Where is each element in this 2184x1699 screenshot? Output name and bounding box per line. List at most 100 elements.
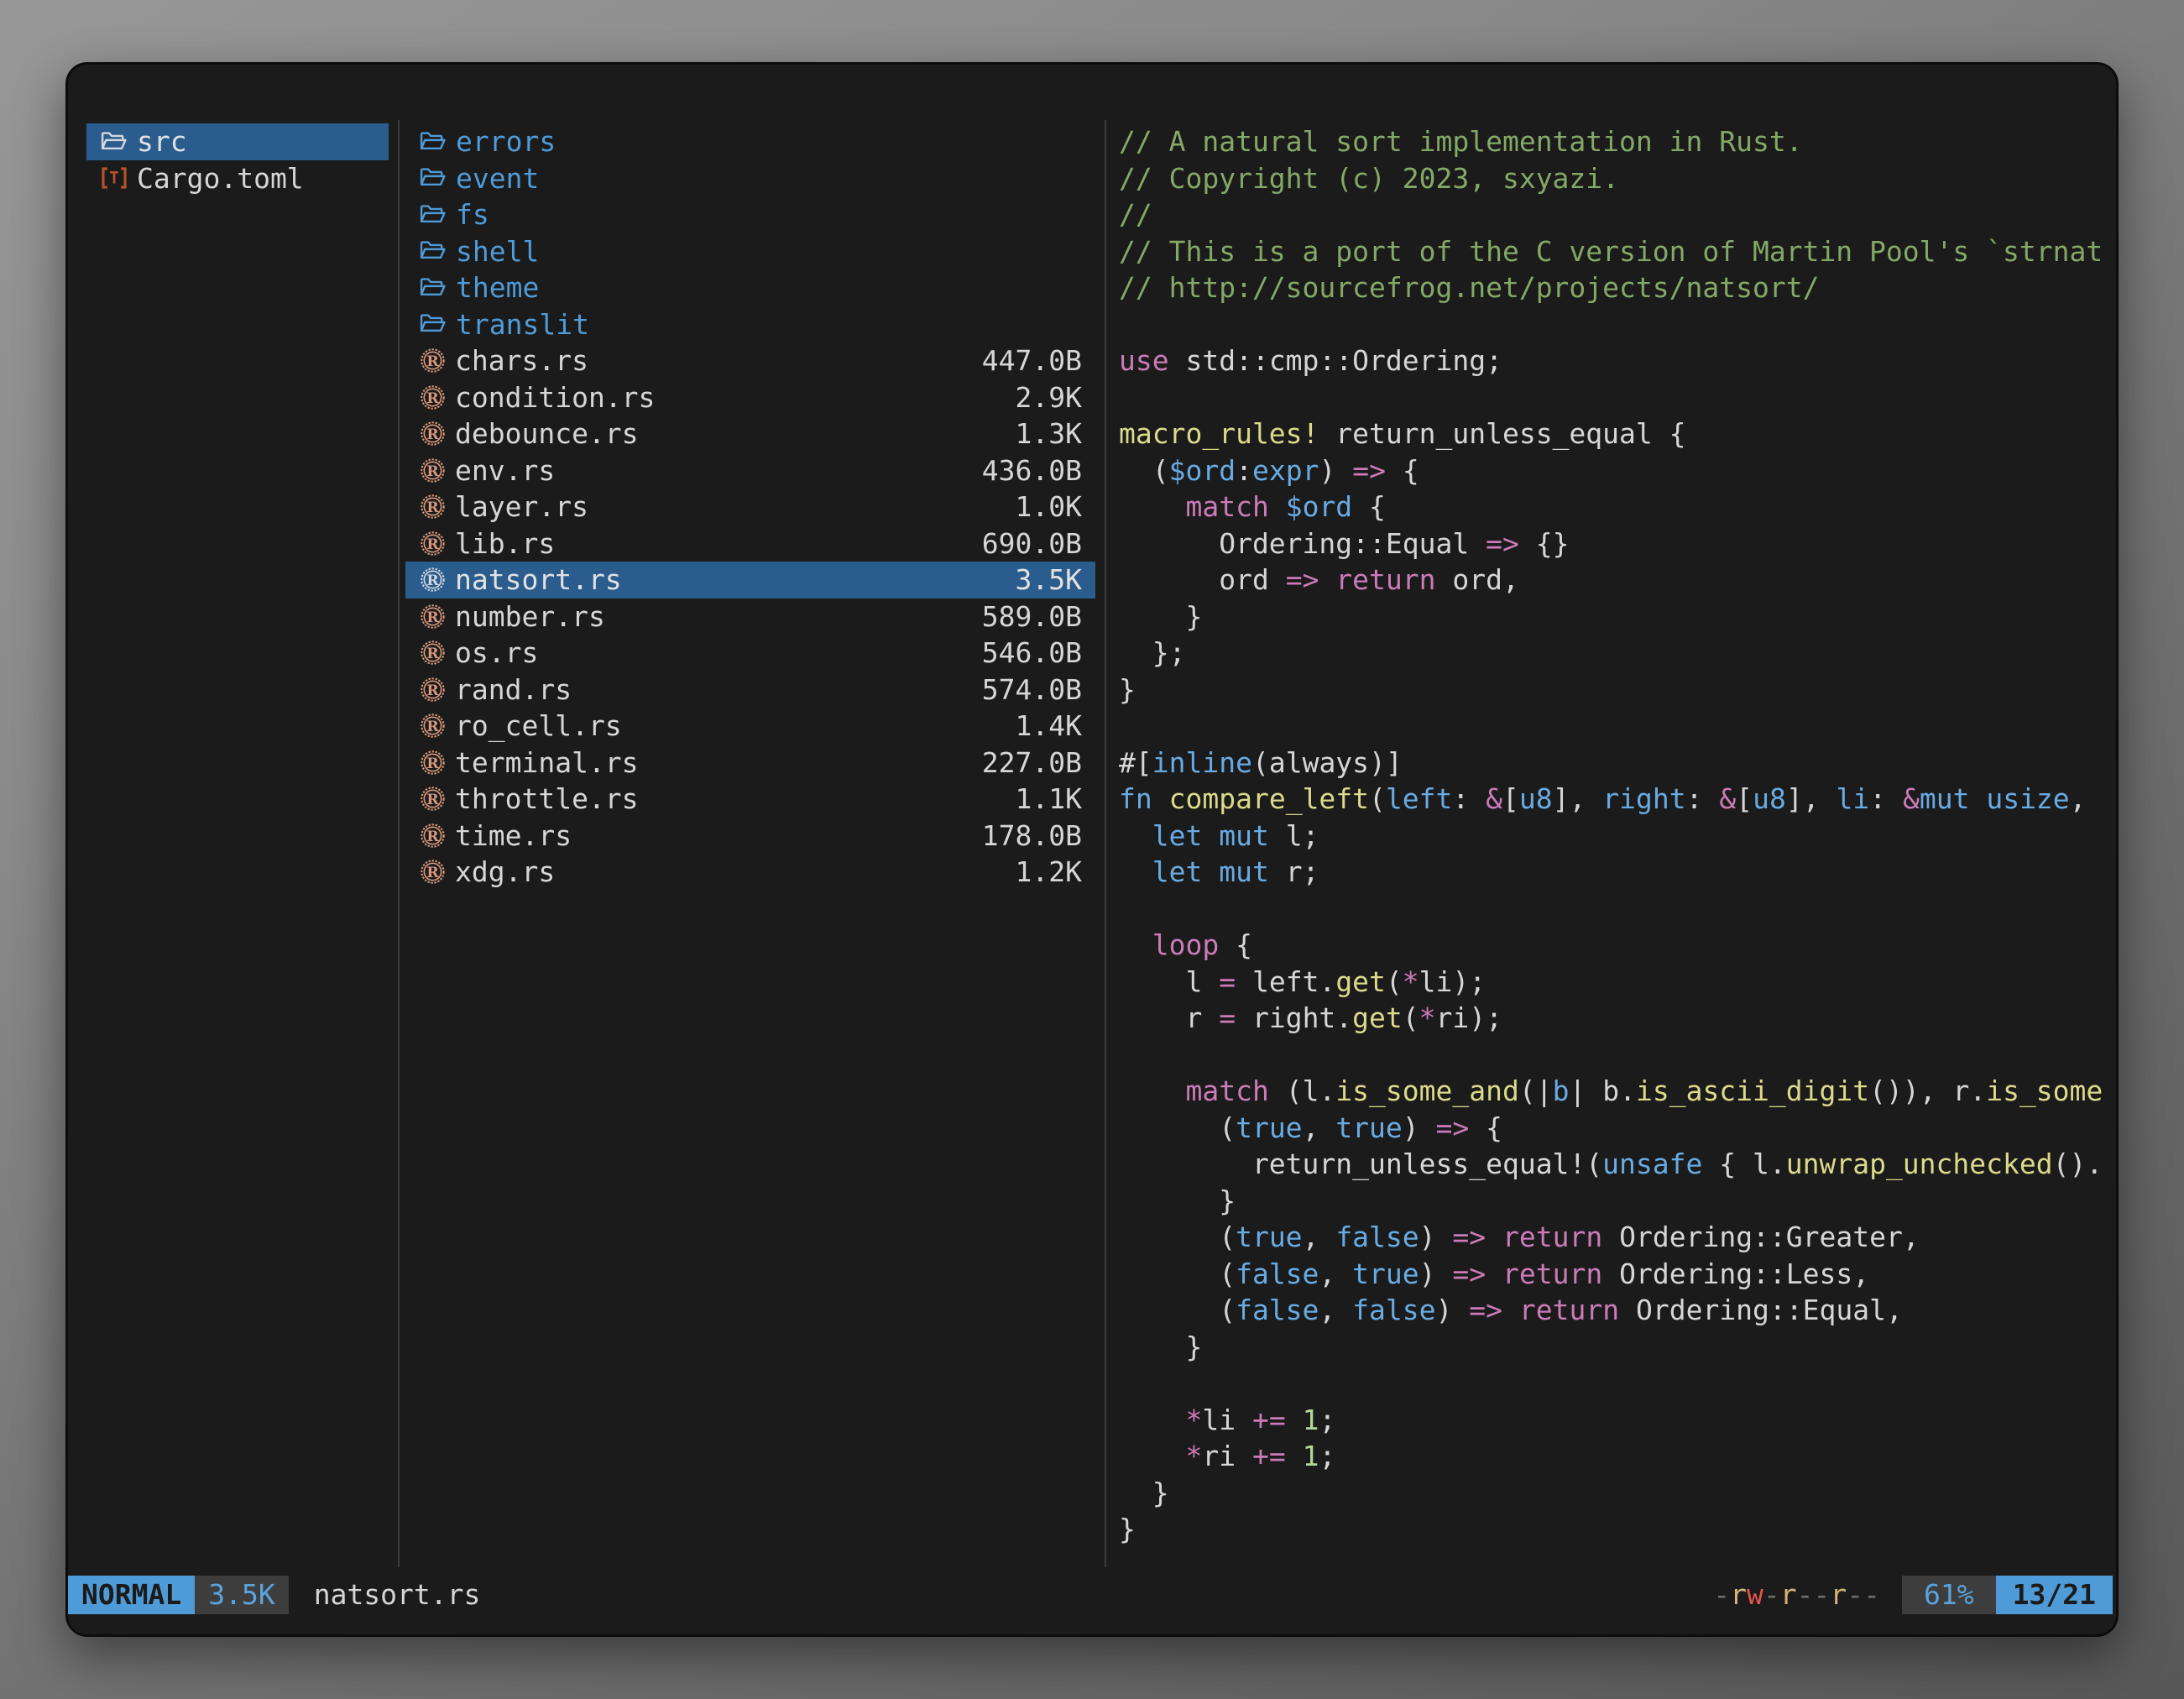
svg-text:R: R: [426, 499, 439, 516]
folder-icon: [419, 202, 447, 227]
file-row[interactable]: Rnatsort.rs3.5K: [405, 562, 1095, 599]
file-row[interactable]: Rterminal.rs 227.0B: [405, 745, 1095, 782]
code-line: *li += 1;: [1119, 1402, 2116, 1439]
file-name: condition.rs: [455, 381, 655, 414]
code-line: }: [1119, 599, 2116, 635]
file-row[interactable]: Rnumber.rs589.0B: [405, 599, 1095, 635]
code-line: }: [1119, 672, 2116, 708]
file-row[interactable]: Ros.rs546.0B: [405, 635, 1095, 672]
code-line: (true, true) => {: [1119, 1110, 2116, 1147]
svg-text:R: R: [426, 646, 439, 662]
code-line: use std::cmp::Ordering;: [1119, 342, 2116, 379]
file-row[interactable]: Rdebounce.rs 1.3K: [405, 416, 1095, 452]
file-name: theme: [456, 271, 539, 304]
file-row[interactable]: Rxdg.rs 1.2K: [405, 854, 1095, 891]
file-name: natsort.rs: [455, 563, 622, 596]
code-line: //: [1119, 196, 2116, 233]
code-line: l = left.get(*li);: [1119, 964, 2116, 1001]
code-line: [1119, 379, 2116, 416]
file-name: os.rs: [455, 636, 538, 669]
rust-icon: R: [419, 384, 447, 411]
file-name: src: [137, 125, 187, 158]
file-size: 227.0B: [965, 746, 1082, 779]
code-line: #[inline(always)]: [1119, 745, 2116, 782]
file-size: 1.4K: [999, 709, 1082, 742]
folder-row[interactable]: shell: [405, 233, 1095, 270]
folder-icon: [419, 311, 447, 337]
folder-icon: [419, 275, 447, 301]
file-name: rand.rs: [455, 673, 572, 706]
folder-row[interactable]: src: [86, 123, 389, 160]
svg-text:R: R: [426, 390, 439, 407]
file-name: number.rs: [455, 600, 605, 633]
rust-icon: R: [419, 712, 447, 740]
folder-row[interactable]: fs: [405, 196, 1095, 233]
file-size: 1.1K: [999, 782, 1082, 815]
code-line: ord => return ord,: [1119, 562, 2116, 599]
preview-pane: // A natural sort implementation in Rust…: [1119, 123, 2116, 1567]
folder-icon: [419, 238, 447, 264]
rust-icon: R: [419, 493, 447, 520]
file-row[interactable]: TCargo.toml: [86, 160, 389, 197]
rust-icon: R: [419, 785, 447, 813]
code-line: [1119, 1365, 2116, 1402]
file-size: 3.5K: [999, 563, 1082, 596]
code-line: match $ord {: [1119, 489, 2116, 525]
file-size: 178.0B: [965, 819, 1082, 852]
svg-text:R: R: [426, 426, 439, 443]
svg-text:R: R: [426, 682, 439, 699]
svg-text:R: R: [426, 865, 439, 881]
rust-icon: R: [419, 530, 447, 557]
file-size: 690.0B: [965, 527, 1082, 560]
scroll-percent-badge: 61%: [1902, 1576, 1996, 1614]
file-size: 574.0B: [965, 673, 1082, 706]
folder-row[interactable]: translit: [405, 306, 1095, 343]
code-line: return_unless_equal!(unsafe { l.unwrap_u…: [1119, 1146, 2116, 1183]
file-row[interactable]: Rlayer.rs 1.0K: [405, 489, 1095, 525]
folder-row[interactable]: theme: [405, 269, 1095, 306]
file-row[interactable]: Rlib.rs 690.0B: [405, 525, 1095, 562]
cursor-position-badge: 13/21: [1996, 1576, 2113, 1614]
file-name: debounce.rs: [455, 417, 639, 450]
pane-divider-right: [1105, 120, 1106, 1567]
file-name: terminal.rs: [455, 746, 639, 779]
file-name: time.rs: [455, 819, 572, 852]
file-size: 1.3K: [999, 417, 1082, 450]
file-row[interactable]: Rthrottle.rs1.1K: [405, 781, 1095, 818]
file-name: event: [456, 162, 539, 195]
code-line: // http://sourcefrog.net/projects/natsor…: [1119, 269, 2116, 306]
rust-icon: R: [419, 858, 447, 886]
current-pane: errorseventfsshellthemetranslitRchars.rs…: [405, 123, 1095, 891]
code-line: [1119, 306, 2116, 343]
folder-row[interactable]: errors: [405, 123, 1095, 160]
file-row[interactable]: Rrand.rs 574.0B: [405, 672, 1095, 708]
code-line: (false, true) => return Ordering::Less,: [1119, 1256, 2116, 1293]
rust-icon: R: [419, 420, 447, 447]
file-size: 589.0B: [965, 600, 1082, 633]
rust-icon: R: [419, 749, 447, 776]
rust-icon: R: [419, 676, 447, 703]
file-name: lib.rs: [455, 527, 555, 560]
svg-text:R: R: [426, 755, 439, 772]
file-size: 1.2K: [999, 855, 1082, 888]
file-row[interactable]: Rtime.rs 178.0B: [405, 818, 1095, 855]
folder-row[interactable]: event: [405, 160, 1095, 197]
rust-icon: R: [419, 639, 447, 667]
file-row[interactable]: Rro_cell.rs1.4K: [405, 708, 1095, 745]
code-line: loop {: [1119, 927, 2116, 964]
file-row[interactable]: Rchars.rs447.0B: [405, 342, 1095, 379]
file-row[interactable]: Rcondition.rs2.9K: [405, 379, 1095, 416]
file-name: layer.rs: [455, 490, 588, 523]
svg-text:R: R: [426, 829, 439, 845]
code-line: [1119, 1037, 2116, 1074]
code-line: let mut l;: [1119, 818, 2116, 855]
code-line: match (l.is_some_and(|b| b.is_ascii_digi…: [1119, 1073, 2116, 1110]
file-size: 1.0K: [999, 490, 1082, 523]
file-name: xdg.rs: [455, 855, 555, 888]
folder-icon: [100, 129, 128, 154]
code-line: }: [1119, 1183, 2116, 1220]
rust-icon: R: [419, 347, 447, 374]
file-row[interactable]: Renv.rs436.0B: [405, 452, 1095, 489]
code-line: }: [1119, 1475, 2116, 1512]
permissions-text: -rw-r--r--: [1713, 1576, 1880, 1614]
